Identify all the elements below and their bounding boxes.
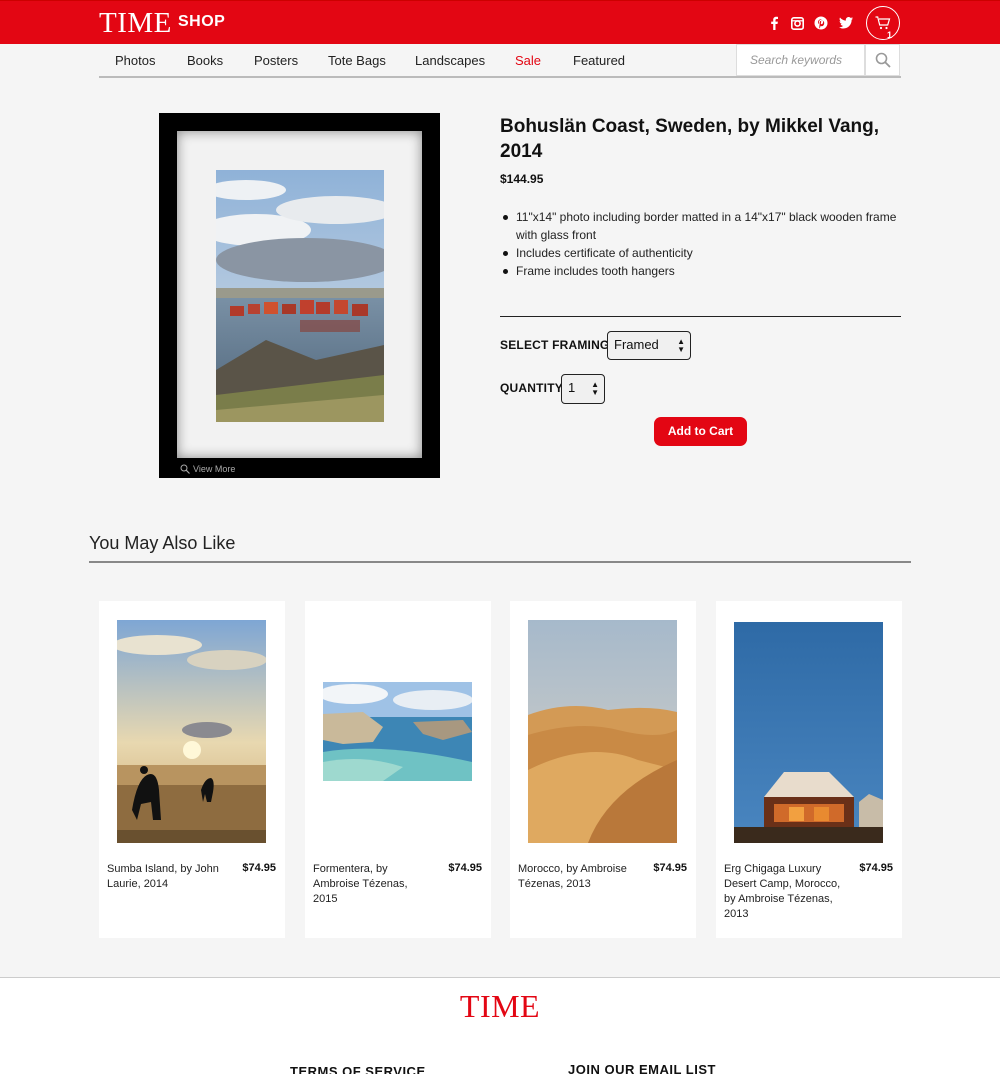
nav-item-tote-bags[interactable]: Tote Bags [328,53,386,68]
related-card[interactable]: Erg Chigaga Luxury Desert Camp, Morocco,… [716,601,902,938]
related-card[interactable]: Sumba Island, by John Laurie, 2014 $74.9… [99,601,285,938]
select-arrows-icon: ▲ ▼ [677,337,685,354]
footer: TIME TERMS OF SERVICE JOIN OUR EMAIL LIS… [0,977,1000,1074]
photo-mat [177,131,422,458]
time-logo[interactable]: TIME [99,7,172,39]
related-card-image[interactable] [528,620,677,843]
related-card-image[interactable] [734,622,883,843]
search-input[interactable]: Search keywords [736,44,865,76]
related-section-title: You May Also Like [89,533,236,553]
terms-of-service-link[interactable]: TERMS OF SERVICE [290,1064,426,1074]
product-features: 11"x14" photo including border matted in… [503,208,901,280]
feature-item: Frame includes tooth hangers [503,262,901,280]
top-bar: TIME SHOP 1 [0,0,1000,44]
nav-item-posters[interactable]: Posters [254,53,298,68]
zoom-icon [180,464,190,474]
shop-label[interactable]: SHOP [178,13,225,31]
nav-item-sale[interactable]: Sale [515,53,541,68]
twitter-icon[interactable] [838,15,854,31]
quantity-value: 1 [568,380,576,395]
quantity-select[interactable]: 1 ▲ ▼ [561,374,605,404]
product-image[interactable]: View More [159,113,440,478]
cart-button[interactable] [866,6,900,40]
related-card-name[interactable]: Sumba Island, by John Laurie, 2014 [107,862,229,892]
related-card[interactable]: Morocco, by Ambroise Tézenas, 2013 $74.9… [510,601,696,938]
related-card-image[interactable] [323,682,472,781]
cart-count-badge: 1 [887,30,893,40]
product-title: Bohuslän Coast, Sweden, by Mikkel Vang, … [500,116,880,162]
related-card-name[interactable]: Morocco, by Ambroise Tézenas, 2013 [518,862,640,892]
cart-icon [875,16,891,30]
product-price: $144.95 [500,172,544,186]
pinterest-icon[interactable] [813,15,829,31]
framing-label: SELECT FRAMING [500,338,610,352]
nav-item-landscapes[interactable]: Landscapes [415,53,485,68]
facebook-icon[interactable] [766,15,782,31]
select-arrows-icon: ▲ ▼ [591,380,599,397]
instagram-icon[interactable] [789,15,805,31]
feature-item: Includes certificate of authenticity [503,244,901,262]
related-card-price: $74.95 [859,862,893,874]
footer-logo[interactable]: TIME [0,988,1000,1025]
nav-item-featured[interactable]: Featured [573,53,625,68]
product-photo [216,170,384,422]
add-to-cart-button[interactable]: Add to Cart [654,417,747,446]
related-card[interactable]: Formentera, by Ambroise Tézenas, 2015 $7… [305,601,491,938]
search-button[interactable] [865,44,900,76]
nav-item-photos[interactable]: Photos [115,53,155,68]
related-card-name[interactable]: Formentera, by Ambroise Tézenas, 2015 [313,862,435,907]
related-card-price: $74.95 [448,862,482,874]
related-card-price: $74.95 [653,862,687,874]
email-list-heading: JOIN OUR EMAIL LIST [568,1062,716,1074]
view-more-link[interactable]: View More [180,464,235,474]
details-divider [500,316,901,317]
view-more-label: View More [193,464,236,474]
quantity-label: QUANTITY [500,381,563,395]
framing-select[interactable]: Framed ▲ ▼ [607,331,691,360]
related-divider [89,561,911,563]
search-icon [875,52,891,68]
related-card-name[interactable]: Erg Chigaga Luxury Desert Camp, Morocco,… [724,862,846,922]
related-card-image[interactable] [117,620,266,843]
feature-item: 11"x14" photo including border matted in… [503,208,901,244]
related-card-price: $74.95 [242,862,276,874]
framing-value: Framed [614,337,659,352]
nav-item-books[interactable]: Books [187,53,223,68]
